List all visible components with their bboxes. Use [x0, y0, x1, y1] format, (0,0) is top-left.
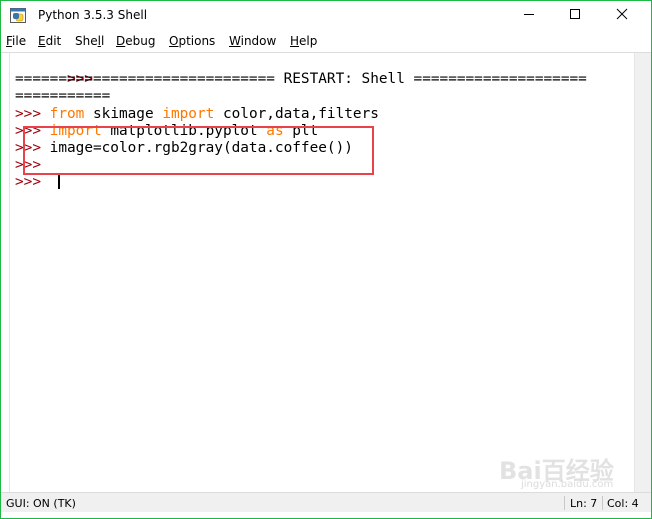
shell-text-area[interactable]: >>> ============================== RESTA…: [9, 53, 634, 492]
idle-shell-window: Python 3.5.3 Shell File Edit Shell Debug…: [0, 0, 652, 519]
status-bar: GUI: ON (TK) Ln: 7 Col: 4: [1, 492, 651, 513]
menu-window[interactable]: Window: [229, 34, 276, 48]
column-number: Col: 4: [607, 497, 639, 510]
menu-debug[interactable]: Debug: [116, 34, 155, 48]
menu-edit[interactable]: Edit: [38, 34, 61, 48]
menu-file[interactable]: File: [6, 34, 26, 48]
shell-line-current: >>>: [15, 174, 41, 191]
restart-banner-wrap: ===========: [15, 88, 111, 104]
status-divider: [564, 496, 565, 510]
maximize-icon: [569, 7, 581, 25]
close-icon: [616, 7, 628, 25]
annotation-highlight-box: [23, 126, 374, 175]
window-bottom-edge: [1, 512, 651, 518]
menu-bar: File Edit Shell Debug Options Window Hel…: [1, 31, 651, 53]
vertical-scrollbar[interactable]: [634, 53, 651, 492]
menu-options[interactable]: Options: [169, 34, 215, 48]
prompt: >>>: [15, 106, 41, 122]
minimize-icon: [523, 7, 535, 25]
text-cursor: [58, 173, 60, 189]
maximize-button[interactable]: [552, 1, 598, 31]
status-divider: [602, 496, 603, 510]
prompt: >>>: [15, 174, 41, 190]
close-button[interactable]: [599, 1, 645, 31]
title-bar[interactable]: Python 3.5.3 Shell: [1, 1, 651, 31]
menu-help[interactable]: Help: [290, 34, 317, 48]
keyword: import: [162, 106, 215, 122]
shell-line-import-skimage: >>> from skimage import color,data,filte…: [15, 106, 379, 122]
gui-status: GUI: ON (TK): [6, 497, 76, 510]
baidu-watermark-url: jingyan.baidu.com: [521, 479, 614, 490]
minimize-button[interactable]: [506, 1, 552, 31]
menu-shell[interactable]: Shell: [75, 34, 104, 48]
keyword: from: [49, 106, 85, 122]
restart-banner: ============================== RESTART: …: [15, 71, 587, 87]
python-icon: [10, 8, 28, 24]
window-title: Python 3.5.3 Shell: [38, 8, 148, 22]
line-number: Ln: 7: [570, 497, 598, 510]
